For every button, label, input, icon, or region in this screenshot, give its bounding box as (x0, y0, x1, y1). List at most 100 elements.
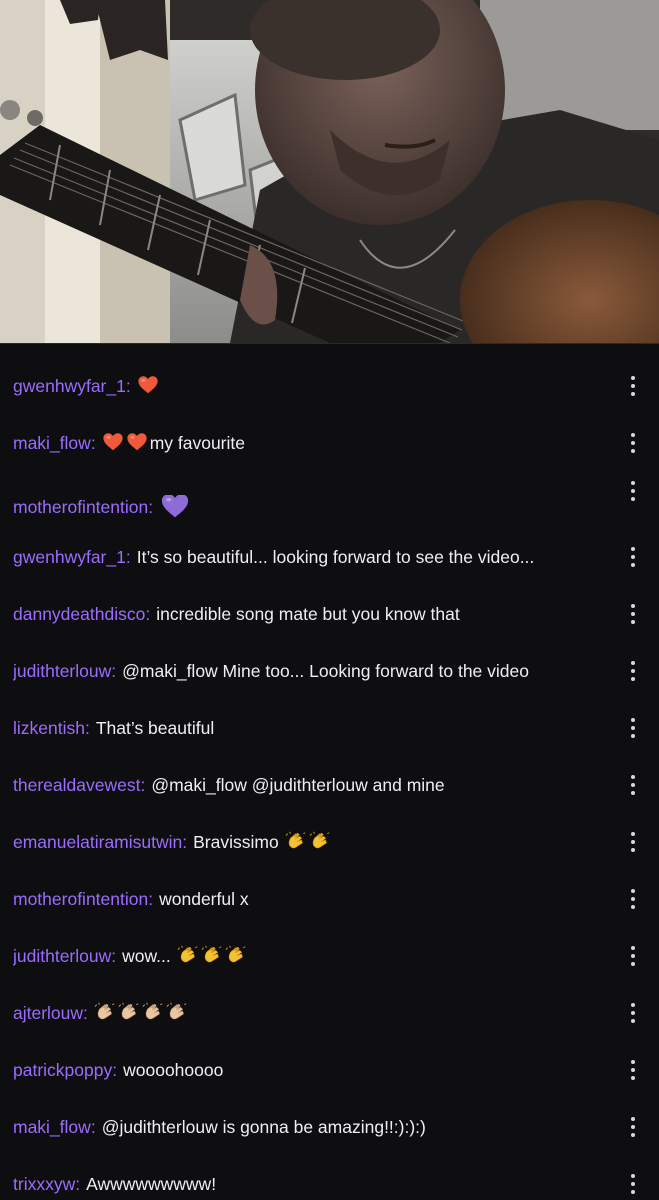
chat-message: lizkentish: That’s beautiful (0, 706, 659, 750)
chat-message-body: Bravissimo (193, 832, 279, 852)
more-dot (631, 669, 635, 673)
more-dot (631, 384, 635, 388)
more-vertical-icon[interactable] (623, 1115, 643, 1139)
chat-message-body: @maki_flow Mine too... Looking forward t… (122, 661, 529, 681)
more-dot (631, 832, 635, 836)
more-vertical-icon[interactable] (623, 479, 643, 503)
chat-message-text: motherofintention: wonderful x (13, 887, 609, 911)
chat-message: gwenhwyfar_1: (0, 364, 659, 408)
chat-message-body: woooohoooo (123, 1060, 224, 1080)
more-dot (631, 791, 635, 795)
clap-light-emoji-icon (94, 1003, 115, 1020)
chat-message-body: my favourite (149, 433, 245, 453)
more-vertical-icon[interactable] (623, 545, 643, 569)
more-vertical-icon[interactable] (623, 1172, 643, 1196)
more-dot (631, 1190, 635, 1194)
more-dot (631, 889, 635, 893)
chat-username[interactable]: gwenhwyfar_1 (13, 547, 126, 567)
chat-message-text: judithterlouw: @maki_flow Mine too... Loo… (13, 659, 609, 683)
chat-username[interactable]: emanuelatiramisutwin (13, 832, 182, 852)
more-dot (631, 1068, 635, 1072)
chat-username[interactable]: lizkentish (13, 718, 85, 738)
red-heart-emoji-icon (127, 433, 147, 451)
more-dot (631, 962, 635, 966)
more-dot (631, 563, 635, 567)
chat-username[interactable]: dannydeathdisco (13, 604, 145, 624)
chat-username-colon: : (83, 1003, 88, 1023)
stream-video-frame (0, 0, 659, 343)
more-vertical-icon[interactable] (623, 830, 643, 854)
chat-username[interactable]: motherofintention (13, 889, 148, 909)
more-dot (631, 376, 635, 380)
chat-message: motherofintention: (0, 481, 659, 529)
chat-username[interactable]: patrickpoppy (13, 1060, 112, 1080)
chat-message-text: maki_flow: my favourite (13, 431, 609, 455)
chat-username[interactable]: maki_flow (13, 1117, 91, 1137)
clap-light-emoji-icon (166, 1003, 187, 1020)
chat-message-text: lizkentish: That’s beautiful (13, 716, 609, 740)
more-dot (631, 392, 635, 396)
more-vertical-icon[interactable] (623, 887, 643, 911)
more-dot (631, 946, 635, 950)
more-dot (631, 848, 635, 852)
more-dot (631, 547, 635, 551)
more-dot (631, 783, 635, 787)
chat-message: motherofintention: wonderful x (0, 877, 659, 921)
more-dot (631, 840, 635, 844)
chat-message: judithterlouw: wow... (0, 934, 659, 978)
chat-message-text: patrickpoppy: woooohoooo (13, 1058, 609, 1082)
more-vertical-icon[interactable] (623, 431, 643, 455)
chat-message-body: wow... (122, 946, 171, 966)
chat-list[interactable]: gwenhwyfar_1: maki_flow: my favourite mothe… (0, 344, 659, 1200)
more-vertical-icon[interactable] (623, 659, 643, 683)
chat-username-colon: : (84, 718, 90, 738)
more-vertical-icon[interactable] (623, 1001, 643, 1025)
more-vertical-icon[interactable] (623, 602, 643, 626)
chat-username[interactable]: judithterlouw (13, 661, 111, 681)
more-dot (631, 449, 635, 453)
more-dot (631, 905, 635, 909)
chat-message-text: emanuelatiramisutwin: Bravissimo (13, 830, 609, 854)
chat-username[interactable]: maki_flow (13, 433, 91, 453)
more-vertical-icon[interactable] (623, 773, 643, 797)
more-dot (631, 954, 635, 958)
chat-username-colon: : (148, 497, 154, 517)
more-dot (631, 555, 635, 559)
chat-username[interactable]: ajterlouw (13, 1003, 83, 1023)
more-vertical-icon[interactable] (623, 1058, 643, 1082)
chat-username[interactable]: trixxxyw (13, 1174, 75, 1194)
more-dot (631, 604, 635, 608)
more-vertical-icon[interactable] (623, 716, 643, 740)
chat-message-body: That’s beautiful (95, 718, 215, 738)
chat-message: maki_flow: @judithterlouw is gonna be ama… (0, 1105, 659, 1149)
chat-username[interactable]: therealdavewest (13, 775, 140, 795)
more-vertical-icon[interactable] (623, 944, 643, 968)
chat-username-colon: : (111, 946, 117, 966)
clap-emoji-icon (225, 946, 246, 963)
chat-username[interactable]: judithterlouw (13, 946, 111, 966)
chat-message: gwenhwyfar_1: It’s so beautiful... lookin… (0, 535, 659, 579)
chat-username[interactable]: gwenhwyfar_1 (13, 376, 126, 396)
more-dot (631, 661, 635, 665)
chat-message-body: @judithterlouw is gonna be amazing!!:):)… (101, 1117, 426, 1137)
chat-message-text: dannydeathdisco: incredible song mate but… (13, 602, 609, 626)
clap-emoji-icon (285, 832, 306, 849)
more-dot (631, 1182, 635, 1186)
chat-username-colon: : (125, 547, 131, 567)
more-dot (631, 734, 635, 738)
chat-message-text: ajterlouw: (13, 1001, 609, 1025)
more-dot (631, 441, 635, 445)
more-vertical-icon[interactable] (623, 374, 643, 398)
chat-username-colon: : (112, 1060, 118, 1080)
more-dot (631, 1174, 635, 1178)
chat-username-colon: : (90, 1117, 96, 1137)
video-player[interactable] (0, 0, 659, 344)
chat-message-text: judithterlouw: wow... (13, 944, 609, 968)
chat-message: dannydeathdisco: incredible song mate but… (0, 592, 659, 636)
chat-username-colon: : (75, 1174, 81, 1194)
chat-message-text: gwenhwyfar_1: (13, 374, 609, 398)
chat-username[interactable]: motherofintention (13, 497, 148, 517)
chat-message-text: gwenhwyfar_1: It’s so beautiful... lookin… (13, 545, 609, 569)
chat-message-text: therealdavewest: @maki_flow @judithterlou… (13, 773, 609, 797)
more-dot (631, 1125, 635, 1129)
